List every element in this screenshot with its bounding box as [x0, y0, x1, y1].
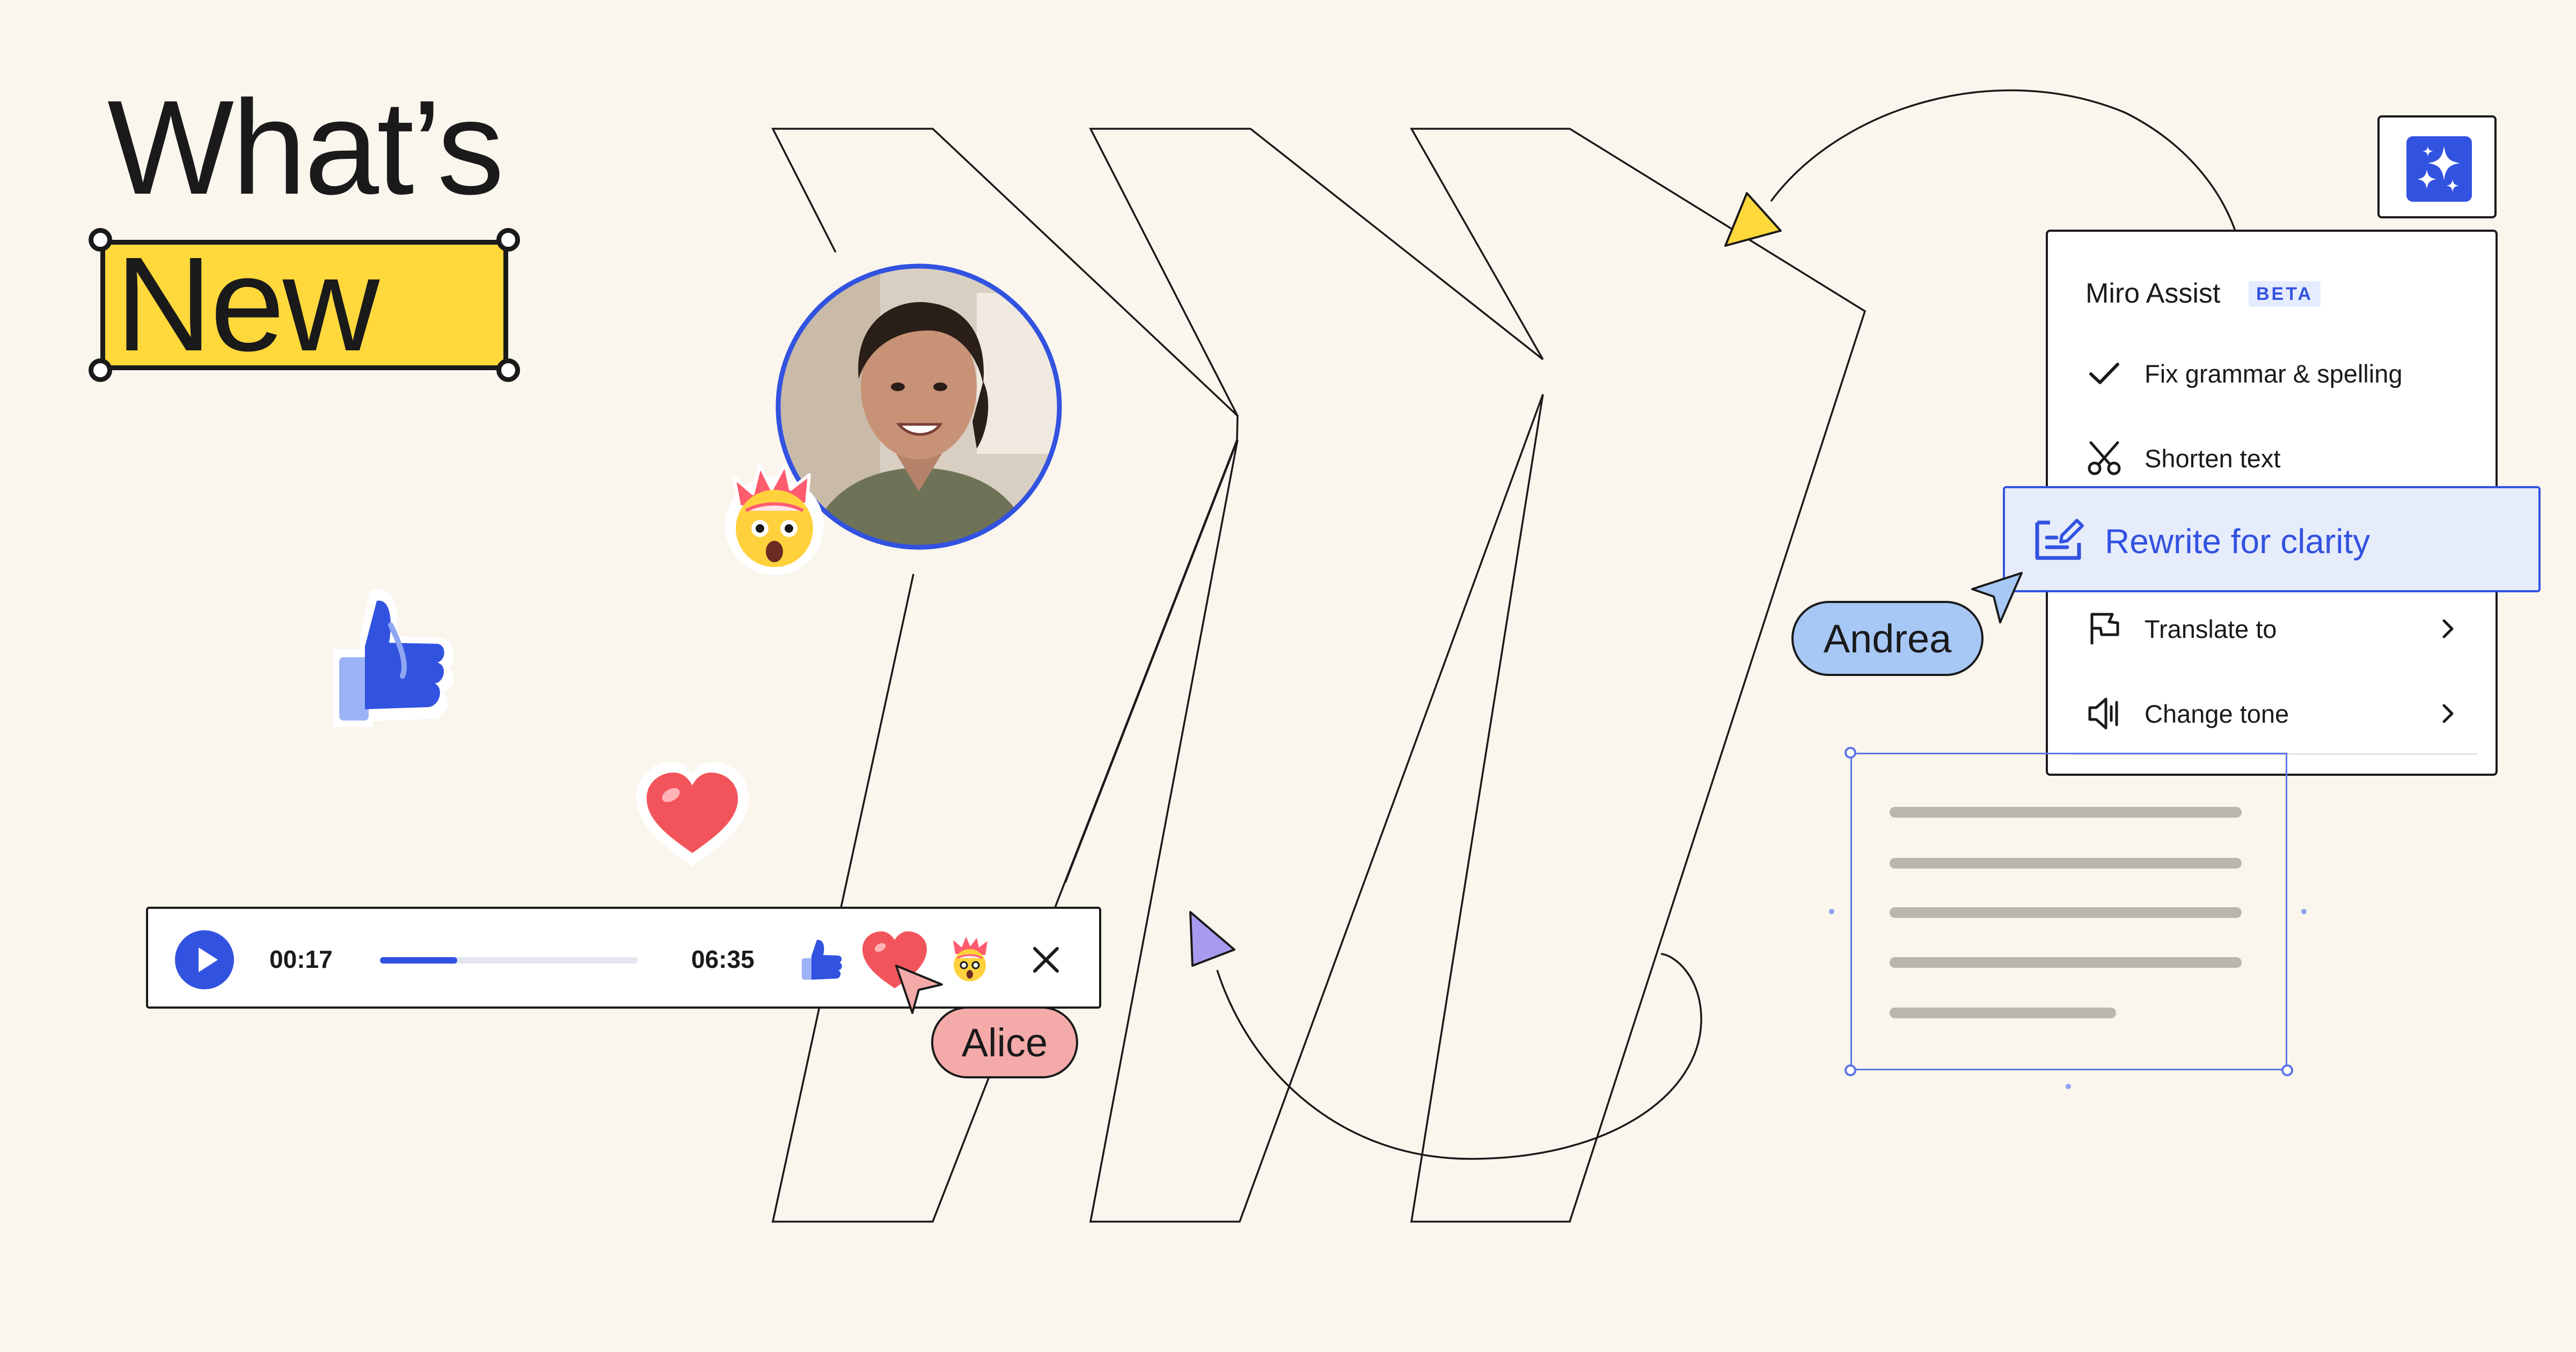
text-block-bottom-handle[interactable] — [2066, 1084, 2071, 1089]
menu-item-label: Translate to — [2145, 614, 2277, 643]
mind-blown-emoji-icon[interactable] — [718, 456, 831, 577]
chevron-right-icon — [2442, 619, 2454, 638]
ai-button-inner — [2406, 136, 2472, 202]
alice-name-tag: Alice — [931, 1006, 1078, 1078]
menu-item-label: Rewrite for clarity — [2105, 522, 2370, 561]
headline-whats: What’s — [107, 72, 504, 222]
play-icon — [199, 947, 218, 972]
menu-item-shorten-text[interactable]: Shorten text — [2085, 431, 2461, 485]
resize-handle-top-right[interactable] — [496, 228, 520, 252]
text-line — [1890, 957, 2242, 968]
close-icon[interactable] — [1028, 942, 1064, 978]
text-block-handle-bottom-right[interactable] — [2281, 1064, 2293, 1076]
menu-item-change-tone[interactable]: Change tone — [2085, 687, 2461, 740]
thumbs-up-sticker-icon[interactable] — [322, 585, 462, 730]
panel-title: Miro Assist — [2085, 278, 2221, 309]
canvas: What’s New 00:17 06:35 Alice Miro Assist… — [0, 0, 2576, 1352]
beta-badge: BETA — [2249, 281, 2321, 307]
scissors-icon — [2085, 437, 2128, 480]
text-block-side-handle[interactable] — [1829, 909, 1834, 914]
mind-blown-icon[interactable] — [946, 936, 994, 984]
text-line — [1890, 807, 2242, 818]
text-line — [1890, 1008, 2116, 1018]
media-player-bar: 00:17 06:35 — [146, 907, 1101, 1009]
progress-track[interactable] — [380, 957, 638, 964]
chevron-right-icon — [2442, 704, 2454, 723]
andrea-name-tag: Andrea — [1791, 601, 1984, 676]
sparkles-icon — [2417, 146, 2460, 192]
flag-icon — [2085, 607, 2128, 650]
text-block-handle-top-left[interactable] — [1845, 747, 1856, 759]
yellow-cursor-icon — [1724, 192, 1782, 247]
rewrite-icon — [2035, 519, 2084, 560]
play-button[interactable] — [175, 930, 234, 989]
menu-item-label: Fix grammar & spelling — [2145, 359, 2403, 388]
menu-item-fix-grammar[interactable]: Fix grammar & spelling — [2085, 347, 2461, 400]
resize-handle-bottom-left[interactable] — [89, 358, 112, 382]
resize-handle-top-left[interactable] — [89, 228, 112, 252]
duration-time: 06:35 — [691, 945, 755, 973]
purple-cursor-icon — [1189, 911, 1235, 967]
loop-arrow-top — [1770, 89, 2236, 231]
text-block-handle-bottom-left[interactable] — [1845, 1064, 1856, 1076]
speaker-icon — [2085, 692, 2128, 735]
text-line — [1890, 858, 2242, 869]
text-block-side-handle[interactable] — [2301, 909, 2307, 914]
progress-fill — [380, 957, 457, 964]
miro-assist-button[interactable] — [2377, 115, 2497, 218]
menu-item-rewrite-for-clarity[interactable]: Rewrite for clarity — [2003, 486, 2541, 592]
thumbs-up-icon[interactable] — [796, 936, 845, 984]
menu-item-translate[interactable]: Translate to — [2085, 602, 2461, 656]
menu-item-label: Change tone — [2145, 699, 2289, 728]
menu-item-label: Shorten text — [2145, 444, 2281, 473]
alice-cursor-icon — [895, 965, 943, 1014]
heart-sticker-icon[interactable] — [633, 762, 751, 869]
elapsed-time: 00:17 — [269, 945, 333, 973]
resize-handle-bottom-right[interactable] — [496, 358, 520, 382]
headline-new: New — [115, 229, 379, 379]
selected-text-block[interactable] — [1850, 753, 2287, 1070]
check-icon — [2085, 352, 2128, 395]
text-line — [1890, 907, 2242, 918]
